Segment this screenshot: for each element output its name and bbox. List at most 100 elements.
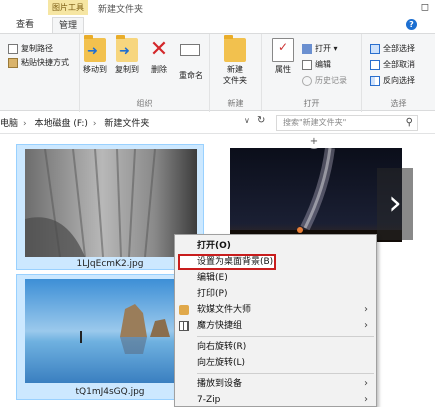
- menu-item-print[interactable]: 打印(P): [175, 286, 376, 302]
- edit-label: 编辑: [315, 60, 331, 69]
- next-chevron-icon[interactable]: ›: [377, 168, 413, 240]
- submenu-arrow-icon: ›: [364, 378, 368, 389]
- ribbon: 复制路径 粘贴快捷方式 ➜ 移动到 ➜ 复制到 ✕ 删除 重命名 组织 新建 文…: [0, 33, 435, 112]
- select-group-label: 选择: [390, 99, 407, 108]
- organize-group: ➜ 移动到 ➜ 复制到 ✕ 删除 重命名 组织: [80, 34, 210, 112]
- menu-separator: [197, 336, 374, 337]
- grid-icon: [179, 321, 189, 331]
- delete-button[interactable]: ✕ 删除: [144, 38, 174, 75]
- edit-icon: [302, 59, 312, 70]
- menu-item-set-desktop-background[interactable]: 设置为桌面背景(B): [178, 254, 276, 270]
- scroll-up-icon[interactable]: +: [307, 135, 321, 149]
- breadcrumb-separator-icon: ›: [92, 119, 97, 129]
- select-all-icon: [370, 43, 380, 54]
- menu-item-mofang-quick[interactable]: 魔方快捷组 ›: [175, 318, 376, 334]
- select-none-icon: [370, 59, 380, 70]
- new-folder-label-2: 文件夹: [223, 76, 247, 85]
- menu-item-label: 软媒文件大师: [197, 305, 252, 315]
- breadcrumb-computer[interactable]: 电脑: [0, 119, 18, 129]
- menu-item-rotate-left[interactable]: 向左旋转(L): [175, 355, 376, 371]
- paste-icon: [8, 57, 18, 68]
- menu-item-open[interactable]: 打开(O): [175, 238, 376, 254]
- invert-selection-button[interactable]: 反向选择: [370, 74, 415, 87]
- menu-separator: [197, 373, 374, 374]
- context-menu: 打开(O) 设置为桌面背景(B) 编辑(E) 打印(P) 软媒文件大师 › 魔方…: [174, 234, 377, 407]
- submenu-arrow-icon: ›: [364, 304, 368, 315]
- history-icon: [302, 75, 312, 86]
- open-group-label: 打开: [303, 99, 320, 108]
- new-group: 新建 文件夹 新建: [210, 34, 262, 112]
- breadcrumb: 电脑 › 本地磁盘 (F:) › 新建文件夹: [0, 116, 154, 129]
- window-title: 新建文件夹: [98, 5, 144, 15]
- copy-path-icon: [8, 43, 18, 54]
- invert-selection-icon: [370, 75, 380, 86]
- copy-to-icon: ➜: [116, 35, 138, 62]
- paste-shortcut-label: 粘贴快捷方式: [21, 58, 69, 67]
- open-icon: [302, 43, 312, 54]
- file-thumbnail: [25, 149, 197, 257]
- window-controls[interactable]: ◻: [421, 2, 429, 13]
- paste-shortcut-button[interactable]: 粘贴快捷方式: [8, 56, 69, 69]
- rename-label: 重命名: [179, 71, 203, 80]
- new-folder-button[interactable]: 新建 文件夹: [220, 35, 250, 86]
- search-placeholder: 搜索"新建文件夹": [283, 118, 347, 127]
- address-bar: 电脑 › 本地磁盘 (F:) › 新建文件夹 ∨ ↻ 搜索"新建文件夹" ⚲: [0, 112, 435, 134]
- delete-label: 删除: [151, 65, 167, 74]
- submenu-arrow-icon: ›: [364, 320, 368, 331]
- edit-button[interactable]: 编辑: [302, 58, 331, 71]
- title-bar: 图片工具 新建文件夹 ◻ 查看 管理 ?: [0, 0, 435, 34]
- tab-manage[interactable]: 管理: [52, 17, 85, 34]
- maximize-icon[interactable]: ◻: [421, 2, 429, 13]
- file-thumbnail: [25, 279, 197, 383]
- new-folder-icon: [224, 35, 246, 62]
- copy-path-label: 复制路径: [21, 44, 53, 53]
- select-group: 全部选择 全部取消 反向选择 选择: [362, 34, 435, 112]
- open-group: 属性 打开 ▾ 编辑 历史记录 打开: [262, 34, 362, 112]
- properties-icon: [272, 38, 294, 62]
- clipboard-group: 复制路径 粘贴快捷方式: [0, 34, 80, 112]
- menu-item-rotate-right[interactable]: 向右旋转(R): [175, 339, 376, 355]
- delete-x-icon: ✕: [149, 37, 169, 62]
- organize-group-label: 组织: [136, 99, 153, 108]
- open-button[interactable]: 打开 ▾: [302, 42, 338, 55]
- menu-item-cast-to-device[interactable]: 播放到设备 ›: [175, 376, 376, 392]
- ruanmei-icon: [179, 305, 189, 315]
- menu-item-label: 7-Zip: [197, 395, 221, 405]
- select-all-label: 全部选择: [383, 44, 415, 53]
- select-none-button[interactable]: 全部取消: [370, 58, 415, 71]
- copy-path-button[interactable]: 复制路径: [8, 42, 53, 55]
- search-input[interactable]: 搜索"新建文件夹" ⚲: [276, 115, 418, 131]
- select-none-label: 全部取消: [383, 60, 415, 69]
- properties-button[interactable]: 属性: [268, 38, 298, 75]
- menu-item-ruanmei-file-master[interactable]: 软媒文件大师 ›: [175, 302, 376, 318]
- copy-to-label: 复制到: [115, 65, 139, 74]
- move-to-button[interactable]: ➜ 移动到: [80, 35, 110, 75]
- invert-selection-label: 反向选择: [383, 76, 415, 85]
- search-icon[interactable]: ⚲: [406, 116, 413, 130]
- menu-item-7zip[interactable]: 7-Zip ›: [175, 392, 376, 407]
- breadcrumb-drive[interactable]: 本地磁盘 (F:): [35, 119, 88, 129]
- properties-label: 属性: [275, 65, 291, 74]
- picture-tools-label: 图片工具: [48, 0, 88, 15]
- history-label: 历史记录: [315, 76, 347, 85]
- tab-view[interactable]: 查看: [10, 17, 40, 33]
- breadcrumb-folder[interactable]: 新建文件夹: [104, 119, 149, 129]
- menu-item-label: 魔方快捷组: [197, 321, 243, 331]
- copy-to-button[interactable]: ➜ 复制到: [112, 35, 142, 75]
- open-label: 打开: [315, 44, 331, 53]
- rename-icon: [180, 44, 202, 68]
- help-icon[interactable]: ?: [406, 19, 417, 30]
- history-button[interactable]: 历史记录: [302, 74, 347, 87]
- new-folder-label-1: 新建: [227, 65, 243, 74]
- submenu-arrow-icon: ›: [364, 394, 368, 405]
- move-to-label: 移动到: [83, 65, 107, 74]
- refresh-icon[interactable]: ↻: [257, 115, 265, 126]
- menu-item-label: 播放到设备: [197, 379, 243, 389]
- move-to-icon: ➜: [84, 35, 106, 62]
- new-group-label: 新建: [227, 99, 244, 108]
- breadcrumb-separator-icon: ›: [23, 119, 27, 129]
- select-all-button[interactable]: 全部选择: [370, 42, 415, 55]
- rename-button[interactable]: 重命名: [174, 38, 208, 81]
- address-dropdown-icon[interactable]: ∨: [244, 116, 250, 125]
- menu-item-edit[interactable]: 编辑(E): [175, 270, 376, 286]
